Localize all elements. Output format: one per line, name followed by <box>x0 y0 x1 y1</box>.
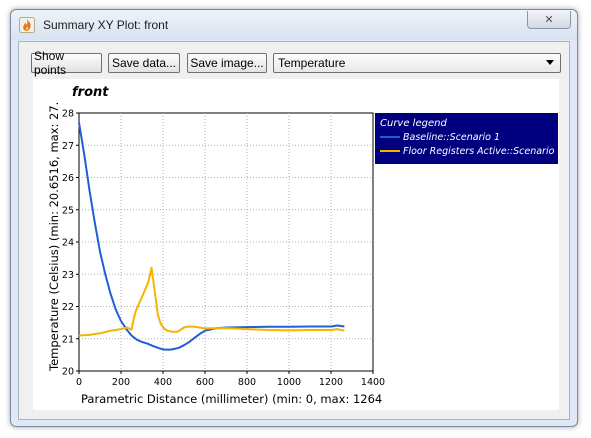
plot-area: front 0 200 400 600 800 1000 1200 1400 20 21 22 23 2… <box>33 79 563 410</box>
x-tick-label: 1200 <box>319 377 343 388</box>
xy-chart: front 0 200 400 600 800 1000 1200 1400 20 21 22 23 2… <box>47 85 563 406</box>
window-title: Summary XY Plot: front <box>43 18 169 32</box>
variable-select[interactable]: Temperature <box>273 53 561 73</box>
y-tick-label: 27 <box>62 141 74 152</box>
y-tick-label: 23 <box>62 270 74 281</box>
chevron-down-icon <box>546 60 554 65</box>
close-button[interactable]: ✕ <box>527 11 571 29</box>
chart-title: front <box>72 85 109 100</box>
title-bar[interactable]: Summary XY Plot: front ✕ <box>11 10 577 40</box>
y-tick-label: 28 <box>62 109 74 120</box>
show-points-button[interactable]: Show points <box>31 49 102 77</box>
plot-window: Summary XY Plot: front ✕ Show points Sav… <box>10 9 578 427</box>
x-tick-label: 600 <box>196 377 214 388</box>
y-tick-label: 26 <box>62 173 74 184</box>
y-tick-label: 20 <box>62 367 74 378</box>
curve-legend: Curve legend Baseline::Scenario 1Floor R… <box>375 113 563 164</box>
y-tick-label: 24 <box>62 238 74 249</box>
x-tick-label: 400 <box>154 377 172 388</box>
close-icon: ✕ <box>544 14 554 26</box>
x-tick-label: 800 <box>238 377 256 388</box>
y-tick-label: 25 <box>62 205 74 216</box>
save-data-button[interactable]: Save data... <box>108 53 180 73</box>
x-tick-label: 0 <box>76 377 82 388</box>
variable-select-value: Temperature <box>278 56 346 70</box>
y-tick-label: 22 <box>62 302 74 313</box>
legend-title: Curve legend <box>380 118 447 129</box>
flame-icon <box>19 17 35 33</box>
legend-entry: Baseline::Scenario 1 <box>403 132 500 143</box>
y-tick-label: 21 <box>62 334 74 345</box>
x-tick-label: 200 <box>112 377 130 388</box>
client-area: Show points Save data... Save image... T… <box>18 41 570 420</box>
x-axis-label: Parametric Distance (millimeter) (min: 0… <box>81 392 382 406</box>
x-tick-label: 1000 <box>277 377 301 388</box>
x-tick-label: 1400 <box>361 377 385 388</box>
y-axis-label: Temperature (Celsius) (min: 20.6516, max… <box>47 102 61 372</box>
save-image-button[interactable]: Save image... <box>187 53 267 73</box>
legend-entry: Floor Registers Active::Scenario 1 <box>403 146 559 157</box>
